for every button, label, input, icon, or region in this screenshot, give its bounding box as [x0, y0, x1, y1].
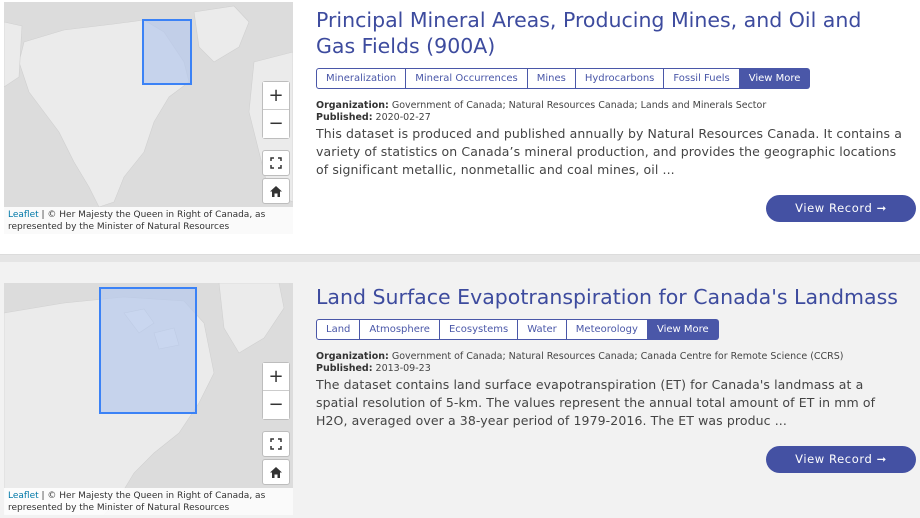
published-label: Published: [316, 112, 373, 123]
zoom-in-button[interactable]: + [263, 82, 289, 110]
keyword-tag[interactable]: Meteorology [566, 319, 648, 340]
map-attribution: Leaflet | © Her Majesty the Queen in Rig… [4, 207, 293, 234]
view-more-tags-button[interactable]: View More [647, 319, 719, 340]
keyword-tag[interactable]: Fossil Fuels [664, 68, 740, 89]
home-icon [270, 185, 282, 197]
zoom-out-button[interactable]: − [263, 391, 289, 419]
published-date: Published: 2020-02-27 [316, 111, 431, 124]
home-button[interactable] [262, 178, 290, 204]
organization-value: Government of Canada; Natural Resources … [391, 100, 767, 111]
attribution-text: | © Her Majesty the Queen in Right of Ca… [8, 491, 266, 513]
fullscreen-icon [270, 157, 282, 169]
extent-rectangle [142, 19, 192, 85]
organization-value: Government of Canada; Natural Resources … [391, 351, 844, 362]
view-record-button[interactable]: View Record ➞ [766, 446, 916, 473]
keyword-tag[interactable]: Land [316, 319, 361, 340]
keyword-tag[interactable]: Ecosystems [439, 319, 519, 340]
zoom-in-button[interactable]: + [263, 363, 289, 391]
search-result-record: + − Leaflet | © Her Majesty the Queen in… [0, 262, 920, 518]
home-button[interactable] [262, 459, 290, 485]
keyword-tags: Mineralization Mineral Occurrences Mines… [316, 68, 811, 89]
record-description: This dataset is produced and published a… [316, 126, 902, 177]
keyword-tag[interactable]: Hydrocarbons [575, 68, 665, 89]
extent-map[interactable]: + − Leaflet | © Her Majesty the Queen in… [4, 283, 293, 515]
keyword-tag[interactable]: Mineral Occurrences [406, 68, 528, 89]
keyword-tag[interactable]: Water [518, 319, 567, 340]
search-result-record: + − Leaflet | © Her Majesty the Queen in… [0, 0, 920, 254]
world-map-tiles [4, 283, 285, 515]
extent-map[interactable]: + − Leaflet | © Her Majesty the Queen in… [4, 2, 293, 234]
leaflet-link[interactable]: Leaflet [8, 491, 39, 501]
extent-rectangle [99, 287, 197, 414]
view-more-tags-button[interactable]: View More [739, 68, 811, 89]
record-description: The dataset contains land surface evapot… [316, 377, 876, 428]
home-icon [270, 466, 282, 478]
keyword-tag[interactable]: Atmosphere [360, 319, 440, 340]
map-attribution: Leaflet | © Her Majesty the Queen in Rig… [4, 488, 293, 515]
leaflet-link[interactable]: Leaflet [8, 210, 39, 220]
keyword-tag[interactable]: Mineralization [316, 68, 407, 89]
published-date: Published: 2013-09-23 [316, 362, 431, 375]
organization-label: Organization: [316, 351, 389, 362]
published-value: 2013-09-23 [375, 363, 431, 374]
zoom-out-button[interactable]: − [263, 110, 289, 138]
published-value: 2020-02-27 [375, 112, 431, 123]
view-record-button[interactable]: View Record ➞ [766, 195, 916, 222]
record-title[interactable]: Land Surface Evapotranspiration for Cana… [316, 284, 906, 310]
fullscreen-button[interactable] [262, 150, 290, 176]
attribution-text: | © Her Majesty the Queen in Right of Ca… [8, 210, 266, 232]
keyword-tags: Land Atmosphere Ecosystems Water Meteoro… [316, 319, 719, 340]
zoom-control: + − [262, 81, 290, 139]
keyword-tag[interactable]: Mines [527, 68, 576, 89]
record-divider [0, 254, 920, 262]
fullscreen-button[interactable] [262, 431, 290, 457]
record-title[interactable]: Principal Mineral Areas, Producing Mines… [316, 7, 906, 59]
world-map-tiles [4, 5, 293, 208]
fullscreen-icon [270, 438, 282, 450]
zoom-control: + − [262, 362, 290, 420]
organization-label: Organization: [316, 100, 389, 111]
published-label: Published: [316, 363, 373, 374]
